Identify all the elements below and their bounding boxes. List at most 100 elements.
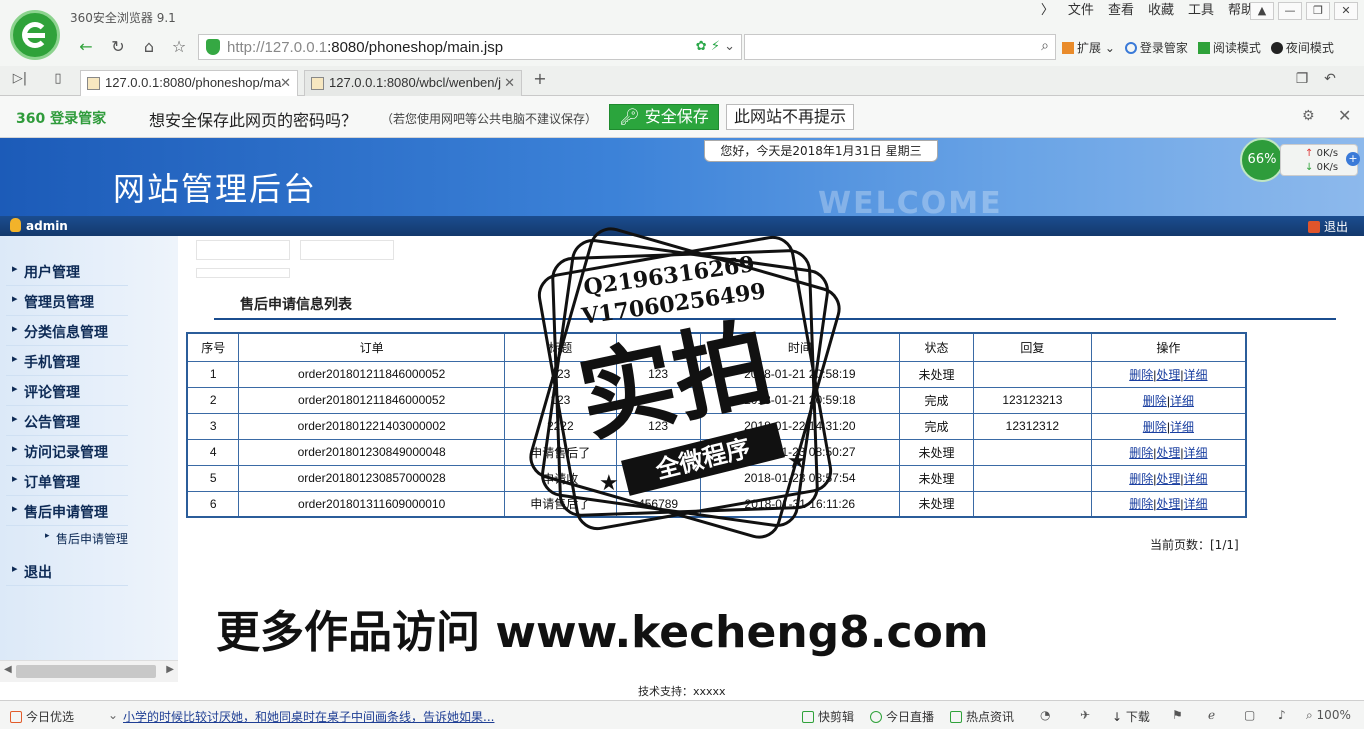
sidebar-item-phones[interactable]: 手机管理 <box>6 346 128 376</box>
tool-icon[interactable]: ✈ <box>1080 708 1090 722</box>
process-link[interactable]: 处理 <box>1156 497 1180 511</box>
cell-reply: 123123213 <box>972 386 1092 414</box>
sidebar-item-orders[interactable]: 订单管理 <box>6 466 128 496</box>
key-icon: 🔑︎ <box>619 107 645 126</box>
cell-actions: 删除|详细 <box>1090 412 1247 440</box>
maximize-button[interactable]: ❐ <box>1306 2 1330 20</box>
col-time: 时间 <box>699 332 901 362</box>
live-button[interactable]: 今日直播 <box>870 708 934 725</box>
delete-link[interactable]: 删除 <box>1129 446 1153 460</box>
sidebar-item-aftersales[interactable]: 售后申请管理 <box>6 496 128 526</box>
tab-wbcl[interactable]: 127.0.0.1:8080/wbcl/wenben/j ✕ <box>304 70 522 96</box>
process-link[interactable]: 处理 <box>1156 446 1180 460</box>
speed-icon[interactable]: ◔ <box>1040 708 1050 722</box>
zoom-control[interactable]: ⌕ 100% <box>1306 708 1351 723</box>
news-chevron-icon[interactable]: ⌄ <box>108 708 118 722</box>
refresh-icon[interactable]: ↻ <box>106 37 130 57</box>
window-icon[interactable]: ▢ <box>1244 708 1255 722</box>
download-icon: ↓ <box>1112 710 1126 724</box>
tab-phoneshop[interactable]: 127.0.0.1:8080/phoneshop/ma ✕ <box>80 70 298 97</box>
speed-widget[interactable]: 66% ↑ 0K/s ↓ 0K/s + <box>1240 138 1360 182</box>
tab-list-icon[interactable]: ▯ <box>46 69 70 89</box>
restore-tabs-icon[interactable]: ❐ <box>1290 69 1314 89</box>
sidebar-item-exit[interactable]: 退出 <box>6 556 128 586</box>
delete-link[interactable]: 删除 <box>1129 497 1153 511</box>
pin-icon[interactable]: ▲ <box>1250 2 1274 20</box>
search-input[interactable]: ⌕ <box>744 34 1056 60</box>
address-tools-icon[interactable]: ✿ ⚡ ⌄ <box>696 39 735 54</box>
address-bar[interactable]: http://127.0.0.1:8080/phoneshop/main.jsp… <box>198 34 742 60</box>
cell-time: 2018-01-23 08:57:54 <box>699 464 901 492</box>
sidebar-item-comments[interactable]: 评论管理 <box>6 376 128 406</box>
flag-icon[interactable]: ⚑ <box>1172 708 1183 722</box>
safe-save-button[interactable]: 🔑︎ 安全保存 <box>609 104 719 130</box>
col-actions: 操作 <box>1090 332 1247 362</box>
never-prompt-button[interactable]: 此网站不再提示 <box>726 104 854 130</box>
detail-link[interactable]: 详细 <box>1184 446 1208 460</box>
today-picks-button[interactable]: 今日优选 <box>10 708 74 725</box>
menu-file[interactable]: 文件 <box>1068 3 1094 19</box>
sidebar-item-users[interactable]: 用户管理 <box>6 256 128 286</box>
delete-link[interactable]: 删除 <box>1129 368 1153 382</box>
close-tab-icon[interactable]: ✕ <box>504 75 515 91</box>
home-icon[interactable]: ⌂ <box>137 37 161 57</box>
password-prompt-bar: 360 登录管家 想安全保存此网页的密码吗？ （若您使用网吧等公共电脑不建议保存… <box>0 96 1364 138</box>
sidebar-item-categories[interactable]: 分类信息管理 <box>6 316 128 346</box>
process-link[interactable]: 处理 <box>1156 368 1180 382</box>
cell-reply <box>972 360 1092 388</box>
cell-status: 未处理 <box>899 464 974 492</box>
new-tab-icon[interactable]: + <box>528 69 552 89</box>
plus-icon[interactable]: + <box>1346 152 1360 166</box>
reading-mode-button[interactable]: 阅读模式 <box>1197 39 1261 56</box>
detail-link[interactable]: 详细 <box>1184 497 1208 511</box>
cell-order: order201801230849000048 <box>238 438 505 466</box>
cell-order: order201801230857000028 <box>238 464 505 492</box>
sidebar-scrollbar[interactable]: ◀ ▶ <box>0 660 178 682</box>
address-url[interactable]: http://127.0.0.1:8080/phoneshop/main.jsp <box>227 39 503 56</box>
sidebar-item-visits[interactable]: 访问记录管理 <box>6 436 128 466</box>
news-ticker-link[interactable]: 小学的时候比较讨厌她，和她同桌时在桌子中间画条线，告诉她如果... <box>123 708 494 725</box>
download-button[interactable]: ↓ 下载 <box>1112 708 1150 725</box>
detail-link[interactable]: 详细 <box>1184 368 1208 382</box>
cell-actions: 删除|处理|详细 <box>1090 360 1247 388</box>
sidebar-toggle-icon[interactable]: ▷| <box>8 69 32 89</box>
undo-close-icon[interactable]: ↶ <box>1318 69 1342 89</box>
sidebar-item-notices[interactable]: 公告管理 <box>6 406 128 436</box>
menu-view[interactable]: 查看 <box>1108 3 1134 19</box>
close-tab-icon[interactable]: ✕ <box>280 75 291 91</box>
star-icon[interactable]: ☆ <box>167 37 191 57</box>
volume-icon[interactable]: ♪ <box>1278 708 1286 722</box>
search-icon[interactable]: ⌕ <box>1041 38 1049 54</box>
menu-favorites[interactable]: 收藏 <box>1148 3 1174 19</box>
close-window-button[interactable]: ✕ <box>1334 2 1358 20</box>
night-mode-button[interactable]: 夜间模式 <box>1270 39 1334 56</box>
menu-chevron-icon[interactable]: 〉 <box>1041 3 1054 19</box>
logout-link[interactable]: 退出 <box>1307 218 1348 235</box>
close-icon[interactable]: ✕ <box>1338 106 1351 125</box>
extension-button[interactable]: 扩展 ⌄ <box>1062 39 1115 56</box>
ie-icon[interactable]: ℯ <box>1208 708 1215 722</box>
detail-link[interactable]: 详细 <box>1170 394 1194 408</box>
minimize-button[interactable]: — <box>1278 2 1302 20</box>
process-link[interactable]: 处理 <box>1156 472 1180 486</box>
menu-tools[interactable]: 工具 <box>1188 3 1214 19</box>
login-manager-button[interactable]: 登录管家 <box>1124 39 1188 56</box>
hot-news-button[interactable]: 热点资讯 <box>950 708 1014 725</box>
news-icon <box>950 711 962 723</box>
sidebar-sub-aftersales[interactable]: 售后申请管理 <box>45 524 175 547</box>
back-arrow-icon[interactable]: ← <box>74 37 98 57</box>
cell-title: 2222 <box>503 412 617 440</box>
sidebar-item-admins[interactable]: 管理员管理 <box>6 286 128 316</box>
detail-link[interactable]: 详细 <box>1170 420 1194 434</box>
scrollbar-thumb[interactable] <box>16 665 156 678</box>
current-user: admin <box>10 218 68 233</box>
delete-link[interactable]: 删除 <box>1129 472 1153 486</box>
gear-icon[interactable]: ⚙ <box>1302 108 1315 124</box>
scroll-right-icon[interactable]: ▶ <box>166 664 174 675</box>
delete-link[interactable]: 删除 <box>1143 420 1167 434</box>
detail-link[interactable]: 详细 <box>1184 472 1208 486</box>
cell-actions: 删除|处理|详细 <box>1090 490 1247 518</box>
delete-link[interactable]: 删除 <box>1143 394 1167 408</box>
scroll-left-icon[interactable]: ◀ <box>4 664 12 675</box>
quick-clip-button[interactable]: 快剪辑 <box>802 708 854 725</box>
